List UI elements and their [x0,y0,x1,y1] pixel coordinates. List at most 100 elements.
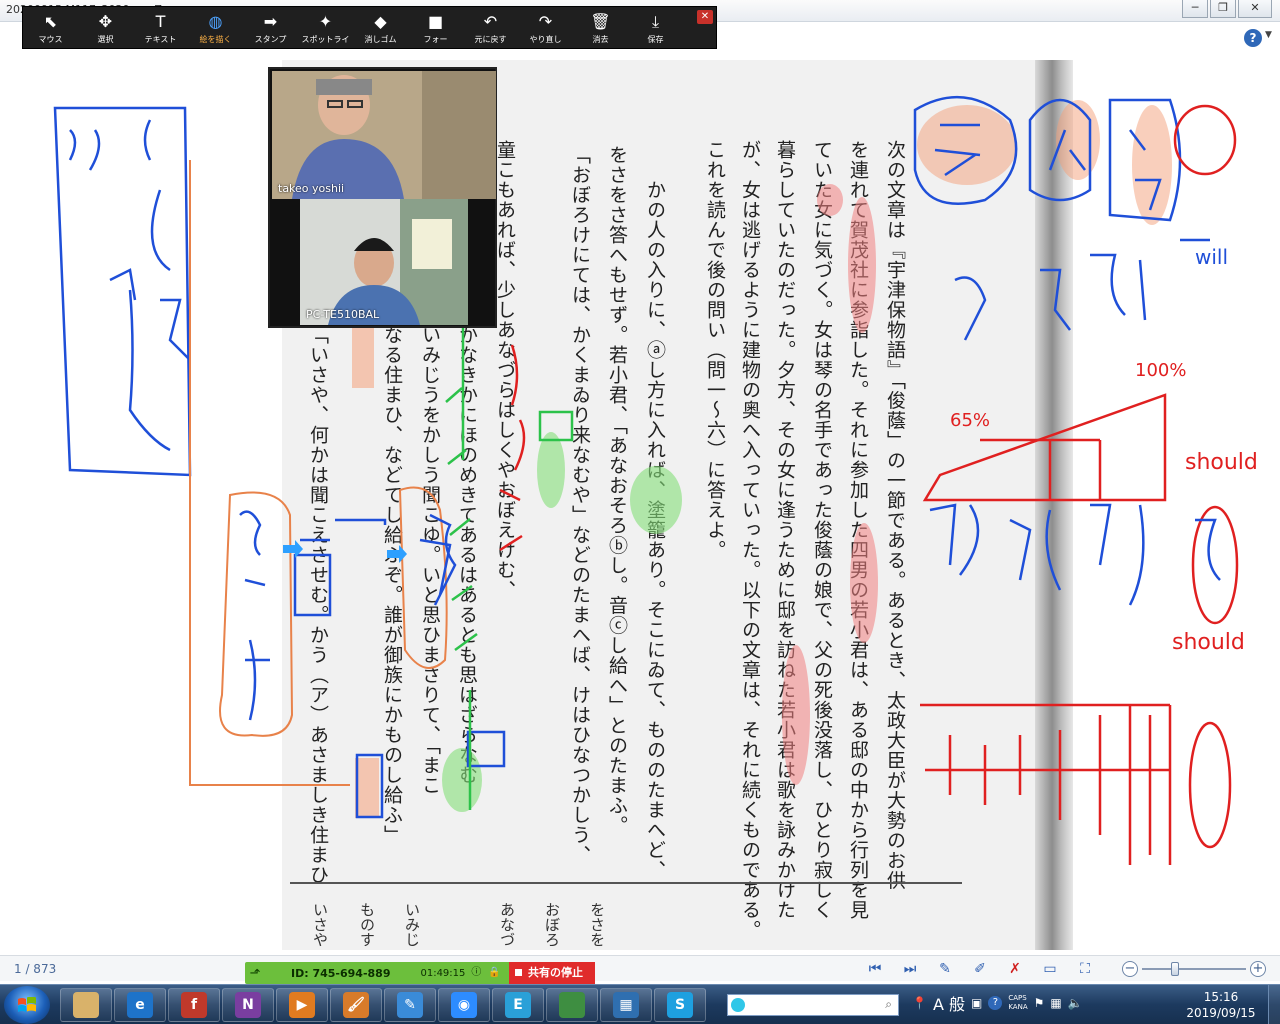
taskbar-app-button[interactable]: S [654,988,706,1022]
stop-square-icon [515,969,522,976]
tool-mouse-button[interactable]: ⬉ マウス [23,7,78,50]
search-app-icon [731,998,745,1012]
tool-mouse-label: マウス [38,35,63,44]
tool-spotlight-button[interactable]: ✦ スポットライ [298,7,353,50]
spotlight-wand-icon: ✦ [318,12,333,31]
flag-icon[interactable]: ⚑ [1034,996,1045,1010]
page-counter: 1 / 873 [14,962,57,976]
tool-draw-button[interactable]: ◍ 絵を描く [188,7,243,50]
zoom-out-button[interactable]: − [1122,961,1138,977]
fit-page-icon[interactable]: ⛶ [1073,960,1097,978]
app-f-icon: f [181,992,207,1018]
draw-icon[interactable]: ✐ [968,960,992,978]
tool-clear-button[interactable]: 🗑 消去 [573,7,628,50]
ink-pct-100: 100% [1135,360,1187,381]
ime-tools-icon[interactable]: ▣ [971,996,982,1010]
tool-stamp-button[interactable]: ➡ スタンプ [243,7,298,50]
taskbar-app-button[interactable]: ◉ [438,988,490,1022]
taskbar-app-button[interactable]: 🖌 [330,988,382,1022]
video-tile-host[interactable]: takeo yoshii [272,71,496,199]
system-tray: 📍 A 般 ▣ ? CAPS KANA ⚑ ▦ 🔈 [912,991,1083,1015]
stamp-arrow-icon: ➡ [263,12,278,31]
ink-pct-65: 65% [950,410,991,431]
calculator-icon: ▦ [613,992,639,1018]
draw-scribble-icon: ◍ [208,12,223,31]
show-desktop-button[interactable] [1268,985,1280,1024]
ime-indicator[interactable]: A 般 [933,991,965,1015]
zoom-track[interactable] [1142,968,1246,970]
taskbar-app-button[interactable]: ▦ [600,988,652,1022]
tool-save-label: 保存 [647,35,664,44]
share-timer: 01:49:15 [420,967,466,979]
taskbar-app-button[interactable]: ✎ [384,988,436,1022]
annotate-icon[interactable]: ✎ [933,960,957,978]
last-page-icon[interactable]: ⏭ [898,960,922,978]
annotation-toolbar: ⬉ マウス ✥ 選択 T テキスト ◍ 絵を描く ➡ スタンプ ✦ スポットライ ◆ 消しゴム ■ フォー ↶ 元… [22,6,717,49]
pin-icon[interactable]: 📍 [912,996,927,1010]
kana-label: KANA [1008,1003,1028,1011]
left-blue-notes [53,106,192,477]
cursor-arrow-icon: ⬉ [43,12,58,31]
search-icon[interactable]: ⌕ [885,997,892,1012]
start-button[interactable] [4,986,50,1024]
annotation-close-button[interactable]: ✕ [697,10,713,24]
trash-icon: 🗑 [590,12,611,31]
tool-undo-button[interactable]: ↶ 元に戻す [463,7,518,50]
delete-icon[interactable]: ✗ [1003,960,1027,978]
taskbar-app-button[interactable]: ▶ [276,988,328,1022]
first-page-icon[interactable]: ⏮ [863,960,887,978]
onenote-icon: N [235,992,261,1018]
host-video-image [272,71,496,199]
taskbar-app-button[interactable]: E [492,988,544,1022]
taskbar-app-button[interactable]: e [114,988,166,1022]
taskbar-search-box[interactable]: ⌕ [727,994,899,1016]
tool-draw-label: 絵を描く [199,35,232,44]
annotation-ink-layer [53,95,1239,865]
lock-icon[interactable]: 🔒 [487,966,501,980]
taskbar-app-button[interactable]: N [222,988,274,1022]
tool-spotlight-label: スポットライ [301,35,350,44]
move-arrows-icon: ✥ [98,12,113,31]
red-slash-marks [499,344,526,552]
green-slash-marks [445,300,574,810]
skype-icon: S [667,992,693,1018]
windows-logo-icon [18,997,36,1012]
zoom-slider[interactable]: − + [1118,961,1268,977]
share-expand-icon[interactable]: ⬏ [245,966,265,981]
tool-text-button[interactable]: T テキスト [133,7,188,50]
network-icon[interactable]: ▦ [1050,996,1061,1010]
volume-icon[interactable]: 🔈 [1068,996,1083,1010]
video-panel[interactable]: takeo yoshii PC-TE510BAL [268,67,497,328]
taskbar-app-button[interactable] [60,988,112,1022]
tool-eraser-label: 消しゴム [364,35,397,44]
info-icon[interactable]: ⓘ [469,966,483,980]
tool-format-button[interactable]: ■ フォー [408,7,463,50]
edge-icon: E [505,992,531,1018]
paint-icon: 🖌 [343,992,369,1018]
chrome-icon [559,992,585,1018]
feather-app-icon: ✎ [397,992,423,1018]
stop-share-button[interactable]: 共有の停止 [509,962,595,984]
guest-name-label: PC-TE510BAL [306,308,380,321]
tool-text-label: テキスト [144,35,177,44]
video-tile-guest[interactable]: PC-TE510BAL [300,199,468,325]
system-clock[interactable]: 15:16 2019/09/15 [1183,989,1259,1021]
ime-help-icon[interactable]: ? [988,996,1003,1010]
taskbar-app-button[interactable] [546,988,598,1022]
tool-eraser-button[interactable]: ◆ 消しゴム [353,7,408,50]
ink-should-2: should [1172,630,1245,655]
undo-icon: ↶ [483,12,498,31]
zoom-in-button[interactable]: + [1250,961,1266,977]
tool-select-button[interactable]: ✥ 選択 [78,7,133,50]
caps-label: CAPS [1008,994,1027,1002]
zoom-thumb[interactable] [1170,962,1179,976]
guest-video-image [300,199,468,325]
present-icon[interactable]: ▭ [1038,960,1062,978]
save-download-icon: ⤓ [651,12,660,31]
explorer-icon [73,992,99,1018]
host-name-label: takeo yoshii [278,182,345,195]
windows-taskbar: e f N ▶ 🖌 ✎ ◉ E ▦ S ⌕ 📍 A 般 ▣ ? CAPS KANA ⚑ ▦ 🔈 15… [0,984,1280,1024]
taskbar-app-button[interactable]: f [168,988,220,1022]
tool-save-button[interactable]: ⤓ 保存 [628,7,683,50]
tool-redo-button[interactable]: ↷ やり直し [518,7,573,50]
